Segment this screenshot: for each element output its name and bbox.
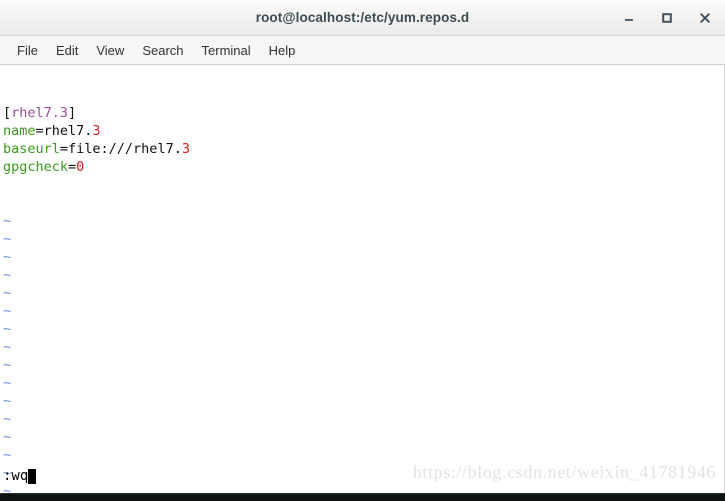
vim-tilde-marker: ~ — [3, 249, 12, 265]
vim-tilde-marker: ~ — [3, 411, 12, 427]
vim-span-1-2: rhel7.3 — [11, 105, 69, 121]
window-controls — [615, 0, 719, 36]
vim-tilde-marker: ~ — [3, 339, 12, 355]
vim-tilde-marker: ~ — [3, 447, 12, 463]
vim-span-3-1: baseurl — [3, 141, 60, 157]
vim-tilde-marker: ~ — [3, 429, 12, 445]
vim-command-line[interactable]: :wq — [1, 467, 724, 485]
vim-span-3-3: 3 — [181, 141, 190, 157]
vim-line-3: baseurl=file:///rhel7.3 — [3, 140, 724, 158]
menu-item-view[interactable]: View — [87, 40, 133, 61]
vim-span-2-1: name — [3, 123, 36, 139]
vim-line-1: [rhel7.3] — [3, 104, 724, 122]
vim-tilde-marker: ~ — [3, 321, 12, 337]
vim-tilde-marker: ~ — [3, 267, 12, 283]
vim-buffer-lines: [rhel7.3] name=rhel7.3 baseurl=file:///rhe… — [3, 104, 724, 176]
vim-buffer[interactable]: [rhel7.3] name=rhel7.3 baseurl=file:///rhe… — [1, 65, 724, 493]
vim-tilde-marker: ~ — [3, 303, 12, 319]
menu-item-terminal[interactable]: Terminal — [193, 40, 260, 61]
vim-tilde-marker: ~ — [3, 213, 12, 229]
menu-item-search[interactable]: Search — [133, 40, 192, 61]
window-bottom-edge — [0, 493, 725, 501]
close-icon[interactable] — [691, 5, 719, 31]
vim-tilde-marker: ~ — [3, 375, 12, 391]
menu-item-help[interactable]: Help — [260, 40, 305, 61]
window-title: root@localhost:/etc/yum.repos.d — [255, 10, 470, 25]
menu-item-file[interactable]: File — [8, 40, 47, 61]
terminal-screen[interactable]: [rhel7.3] name=rhel7.3 baseurl=file:///rhe… — [0, 65, 725, 493]
maximize-icon[interactable] — [653, 5, 681, 31]
vim-span-2-2: =rhel7. — [35, 123, 93, 139]
vim-line-2: name=rhel7.3 — [3, 122, 724, 140]
window-titlebar[interactable]: root@localhost:/etc/yum.repos.d — [0, 0, 725, 36]
vim-span-4-1: gpgcheck — [3, 159, 69, 175]
vim-empty-line-markers: ~~~~~~~~~~~~~~~~~~~ — [3, 212, 724, 493]
vim-command-text: :wq — [3, 468, 29, 484]
menu-item-edit[interactable]: Edit — [47, 40, 87, 61]
menubar: File Edit View Search Terminal Help — [0, 36, 725, 65]
vim-span-1-1: [ — [3, 105, 12, 121]
vim-line-4: gpgcheck=0 — [3, 158, 724, 176]
vim-span-4-3: 0 — [76, 159, 85, 175]
vim-span-2-3: 3 — [92, 123, 101, 139]
vim-span-3-2: =file:///rhel7. — [59, 141, 182, 157]
vim-span-4-2: = — [68, 159, 77, 175]
minimize-icon[interactable] — [615, 5, 643, 31]
terminal-window: root@localhost:/etc/yum.repos.d File Edi… — [0, 0, 725, 501]
text-cursor — [28, 468, 37, 484]
vim-span-1-3: ] — [68, 105, 77, 121]
vim-tilde-marker: ~ — [3, 285, 12, 301]
vim-tilde-marker: ~ — [3, 231, 12, 247]
vim-tilde-marker: ~ — [3, 393, 12, 409]
vim-tilde-marker: ~ — [3, 357, 12, 373]
